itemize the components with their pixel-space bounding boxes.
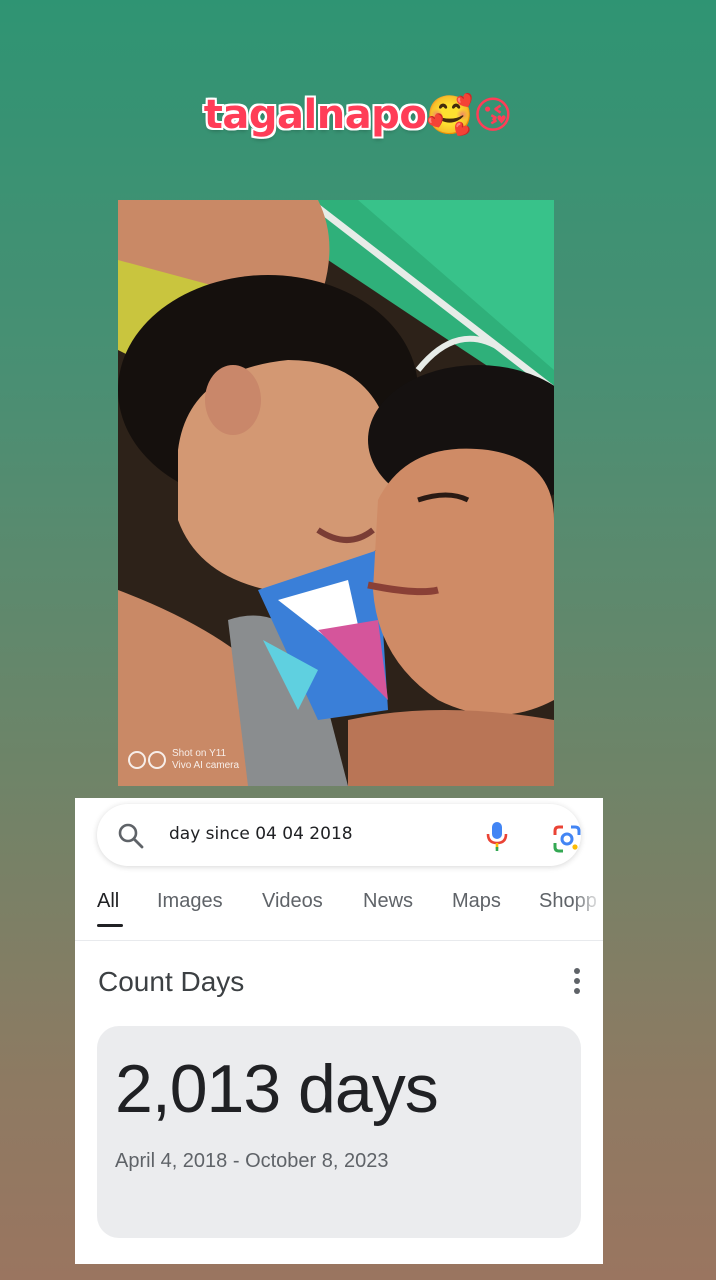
mic-icon[interactable]: [483, 820, 511, 852]
search-box[interactable]: day since 04 04 2018: [97, 804, 581, 866]
search-input[interactable]: day since 04 04 2018: [169, 824, 353, 844]
camera-watermark: Shot on Y11 Vivo AI camera: [128, 748, 239, 772]
active-tab-indicator: [97, 924, 123, 927]
google-search-card: day since 04 04 2018 All Images Videos N…: [75, 798, 603, 1264]
tabs-divider: [75, 940, 603, 941]
search-icon[interactable]: [117, 822, 145, 850]
more-options-icon[interactable]: [567, 968, 587, 998]
tab-maps[interactable]: Maps: [452, 890, 501, 913]
watermark-line2: Vivo AI camera: [172, 760, 240, 771]
story-caption: tagalnapo🥰😘: [0, 92, 716, 138]
tabs-fade: [573, 890, 603, 920]
vivo-logo-icon: [128, 751, 166, 769]
date-range: April 4, 2018 - October 8, 2023: [115, 1150, 389, 1172]
result-title: Count Days: [98, 966, 245, 997]
couple-photo: Shot on Y11 Vivo AI camera: [118, 200, 554, 786]
tab-videos[interactable]: Videos: [262, 890, 323, 913]
day-count-result: 2,013 days April 4, 2018 - October 8, 20…: [97, 1026, 581, 1238]
photo-illustration: [118, 200, 554, 786]
search-tabs: All Images Videos News Maps Shopp: [75, 890, 603, 940]
tab-news[interactable]: News: [363, 890, 413, 913]
tab-all[interactable]: All: [97, 890, 119, 913]
days-value: 2,013 days: [115, 1051, 439, 1127]
lens-icon[interactable]: [552, 824, 582, 854]
watermark-line1: Shot on Y11: [172, 748, 227, 759]
tab-images[interactable]: Images: [157, 890, 223, 913]
caption-emojis: 🥰😘: [426, 93, 513, 137]
caption-text: tagalnapo: [203, 92, 427, 138]
